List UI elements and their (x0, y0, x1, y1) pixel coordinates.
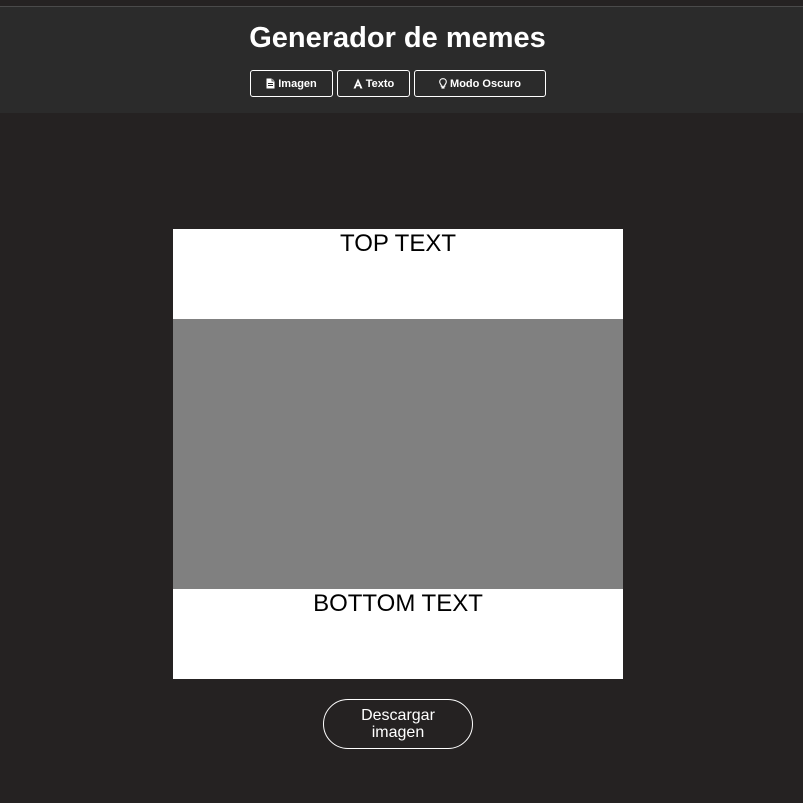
meme-bottom-text: BOTTOM TEXT (313, 590, 483, 617)
page-header: Generador de memes Imagen Texto Modo Osc… (0, 7, 803, 113)
page-title: Generador de memes (249, 22, 546, 54)
meme-top-text: TOP TEXT (339, 230, 457, 257)
meme-canvas: TOP TEXT BOTTOM TEXT (173, 229, 623, 679)
imagen-button-label: Imagen (278, 77, 317, 90)
meme-bottom-text-area: BOTTOM TEXT (173, 589, 623, 679)
texto-button[interactable]: Texto (337, 70, 410, 97)
meme-top-text-area: TOP TEXT (173, 229, 623, 319)
meme-image (173, 319, 623, 589)
lightbulb-icon (439, 78, 447, 89)
texto-button-label: Texto (365, 77, 395, 90)
download-image-button[interactable]: Descargar imagen (323, 699, 473, 749)
modo-oscuro-button-label: Modo Oscuro (450, 77, 521, 90)
window-top-border (0, 0, 803, 7)
font-icon (353, 78, 363, 89)
modo-oscuro-button[interactable]: Modo Oscuro (414, 70, 546, 97)
file-image-icon (266, 78, 275, 89)
imagen-button[interactable]: Imagen (250, 70, 333, 97)
